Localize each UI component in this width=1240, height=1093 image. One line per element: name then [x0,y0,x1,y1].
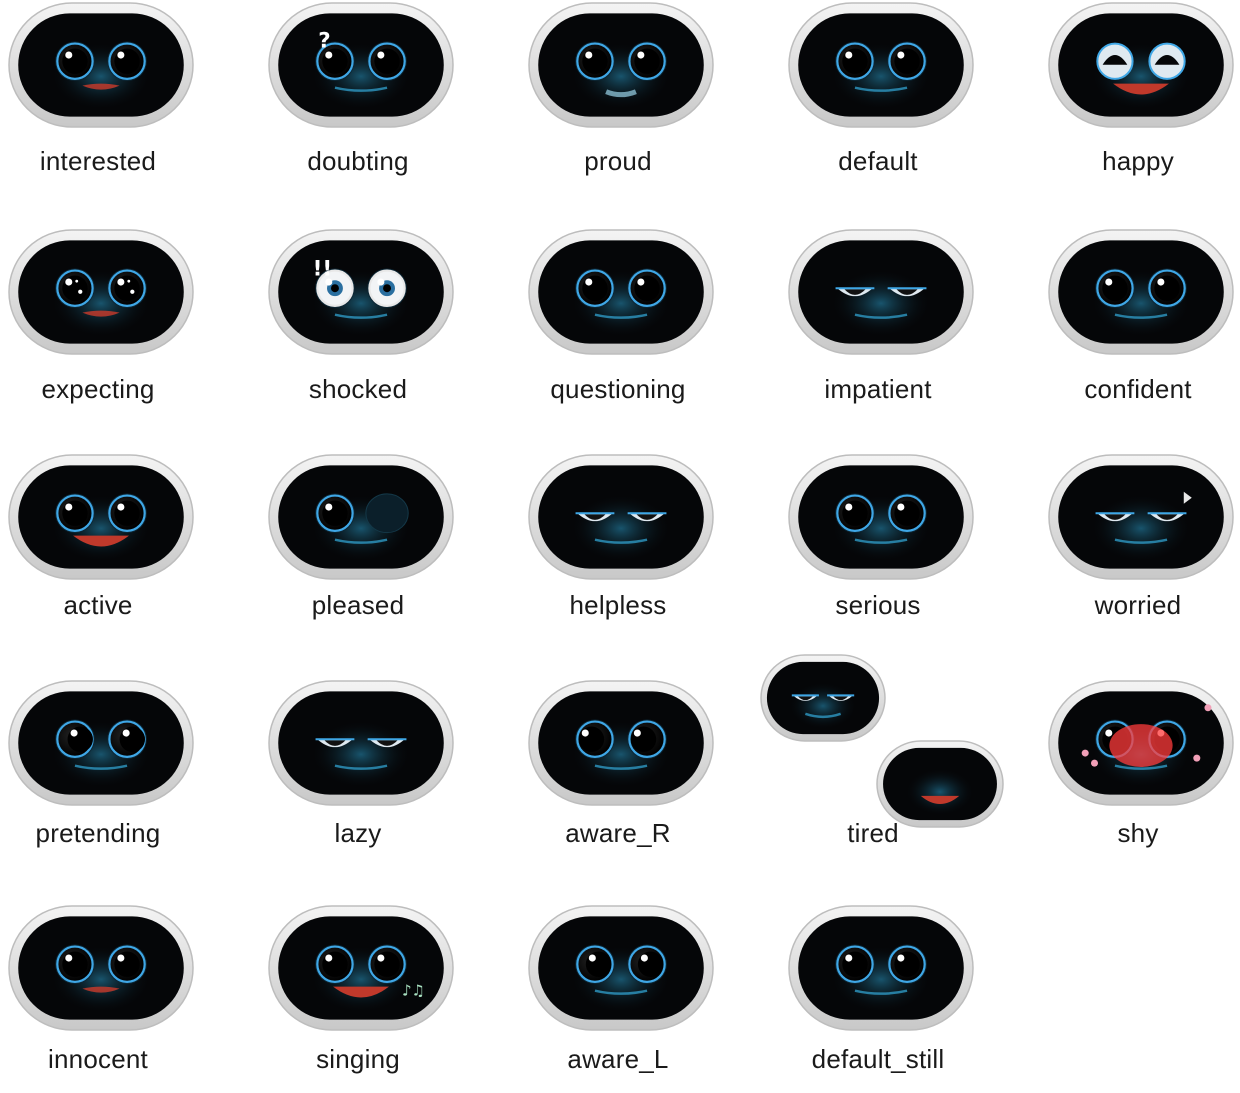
expression-cell-serious: serious [780,452,1020,642]
expression-label: worried [1094,590,1182,620]
expression-grid: interested? doubting proud default happy expe… [0,0,1240,1075]
expression-cell-lazy: lazy [260,678,500,868]
expression-cell-aware-L: aware_L [520,903,760,1093]
robot-face-icon: ♪♫ [268,905,454,1031]
svg-text:?: ? [318,28,330,53]
expression-cell-worried: worried [1040,452,1240,642]
expression-label: helpless [569,590,667,620]
expression-label: singing [316,1044,400,1074]
robot-face-icon [528,680,714,806]
robot-face-icon [8,229,194,355]
expression-label: confident [1084,374,1192,404]
expression-label: questioning [550,374,686,404]
robot-face-icon [788,2,974,128]
robot-face-icon [528,454,714,580]
expression-cell-active: active [0,452,240,642]
expression-cell-proud: proud [520,0,760,190]
expression-cell-aware-R: aware_R [520,678,760,868]
robot-face-icon [268,454,454,580]
robot-face-icon [528,2,714,128]
expression-cell-interested: interested [0,0,240,190]
robot-face-icon [788,905,974,1031]
expression-cell-shy: shy [1040,678,1240,868]
expression-label: lazy [334,818,382,848]
expression-label: pleased [311,590,405,620]
robot-face-icon [8,454,194,580]
expression-cell-default: default [780,0,1020,190]
expression-cell-impatient: impatient [780,227,1020,417]
expression-label: aware_L [567,1044,669,1074]
expression-label: pretending [35,818,161,848]
svg-text:♪♫: ♪♫ [402,982,425,1000]
expression-label: impatient [824,374,932,404]
expression-label: happy [1102,146,1174,176]
expression-cell-confident: confident [1040,227,1240,417]
expression-cell-shocked: !! shocked [260,227,500,417]
expression-label: default [838,146,918,176]
expression-label: aware_R [565,818,671,848]
robot-face-icon [876,740,1004,828]
expression-label: active [63,590,133,620]
robot-face-icon [788,454,974,580]
expression-label: shocked [308,374,408,404]
robot-face-icon [760,654,886,742]
expression-label: innocent [48,1044,148,1074]
expression-label: doubting [307,146,409,176]
robot-face-icon [528,905,714,1031]
robot-face-icon: ? [268,2,454,128]
expression-label: proud [584,146,652,176]
robot-face-icon: !! [268,229,454,355]
expression-cell-pretending: pretending [0,678,240,868]
robot-face-icon [1048,229,1234,355]
robot-face-icon [8,2,194,128]
robot-face-icon [1048,2,1234,128]
svg-text:!!: !! [313,257,333,282]
robot-face-icon [788,229,974,355]
expression-cell-helpless: helpless [520,452,760,642]
robot-face-icon [528,229,714,355]
expression-cell-expecting: expecting [0,227,240,417]
expression-label: default_still [811,1044,945,1074]
expression-label: serious [835,590,921,620]
robot-face-icon [8,680,194,806]
expression-cell-happy: happy [1040,0,1240,190]
expression-cell-innocent: innocent [0,903,240,1093]
expression-cell-doubting: ? doubting [260,0,500,190]
expression-label: shy [1117,818,1159,848]
robot-face-icon [8,905,194,1031]
expression-cell-pleased: pleased [260,452,500,642]
robot-face-icon [1048,680,1234,806]
expression-label: tired [847,818,899,848]
expression-cell-singing: ♪♫ singing [260,903,500,1093]
expression-label: expecting [41,374,155,404]
robot-face-icon [1048,454,1234,580]
expression-cell-default-still: default_still [780,903,1020,1093]
expression-cell-tired: tired [760,654,1020,868]
robot-face-icon [268,680,454,806]
expression-label: interested [39,146,157,176]
expression-cell-questioning: questioning [520,227,760,417]
